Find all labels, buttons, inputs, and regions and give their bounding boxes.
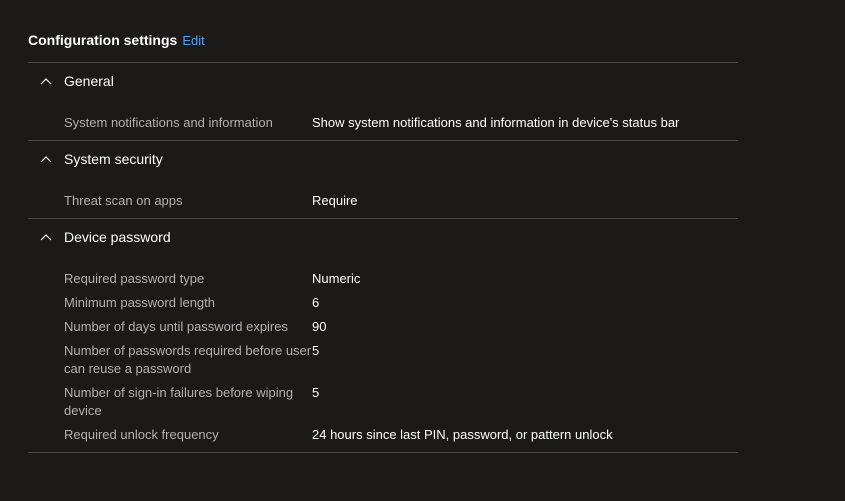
setting-label: Minimum password length: [64, 295, 216, 310]
edit-link[interactable]: Edit: [182, 33, 204, 48]
page: Configuration settings Edit General Syste…: [0, 0, 845, 501]
section-general-rows: System notifications and information Sho…: [28, 99, 738, 140]
section-system-security: System security Threat scan on apps Requ…: [28, 140, 738, 218]
setting-label: Required unlock frequency: [64, 427, 219, 442]
section-title: General: [64, 73, 114, 89]
section-device-password: Device password Required password type N…: [28, 218, 738, 453]
setting-value: 24 hours since last PIN, password, or pa…: [312, 427, 613, 442]
chevron-up-icon[interactable]: [28, 233, 64, 241]
section-general-header[interactable]: General: [28, 63, 738, 99]
section-device-password-rows: Required password type Numeric Minimum p…: [28, 255, 738, 452]
setting-row: System notifications and information Sho…: [64, 114, 738, 132]
section-device-password-header[interactable]: Device password: [28, 219, 738, 255]
setting-value: 5: [312, 343, 320, 358]
chevron-up-icon[interactable]: [28, 155, 64, 163]
setting-row: Threat scan on apps Require: [64, 192, 738, 210]
section-general: General System notifications and informa…: [28, 62, 738, 140]
setting-row: Number of passwords required before user…: [64, 342, 738, 378]
section-system-security-header[interactable]: System security: [28, 141, 738, 177]
setting-row: Required password type Numeric: [64, 270, 738, 288]
configuration-settings-title: Configuration settings: [28, 32, 178, 48]
setting-value: 90: [312, 319, 327, 334]
setting-label: Number of days until password expires: [64, 319, 288, 334]
section-title: Device password: [64, 229, 171, 245]
setting-row: Required unlock frequency 24 hours since…: [64, 426, 738, 444]
setting-label: Required password type: [64, 271, 205, 286]
settings-sections: General System notifications and informa…: [28, 62, 738, 453]
setting-label: System notifications and information: [64, 115, 273, 130]
setting-label: Number of passwords required before user…: [64, 343, 312, 376]
chevron-up-icon[interactable]: [28, 77, 64, 85]
setting-value: Require: [312, 193, 358, 208]
setting-label: Number of sign-in failures before wiping…: [64, 385, 294, 418]
setting-row: Number of sign-in failures before wiping…: [64, 384, 738, 420]
setting-row: Number of days until password expires 90: [64, 318, 738, 336]
setting-value: 5: [312, 385, 320, 400]
section-system-security-rows: Threat scan on apps Require: [28, 177, 738, 218]
section-title: System security: [64, 151, 163, 167]
setting-value: 6: [312, 295, 320, 310]
setting-value: Numeric: [312, 271, 361, 286]
setting-value: Show system notifications and informatio…: [312, 115, 680, 130]
setting-row: Minimum password length 6: [64, 294, 738, 312]
configuration-settings-header: Configuration settings Edit: [28, 31, 205, 50]
setting-label: Threat scan on apps: [64, 193, 183, 208]
